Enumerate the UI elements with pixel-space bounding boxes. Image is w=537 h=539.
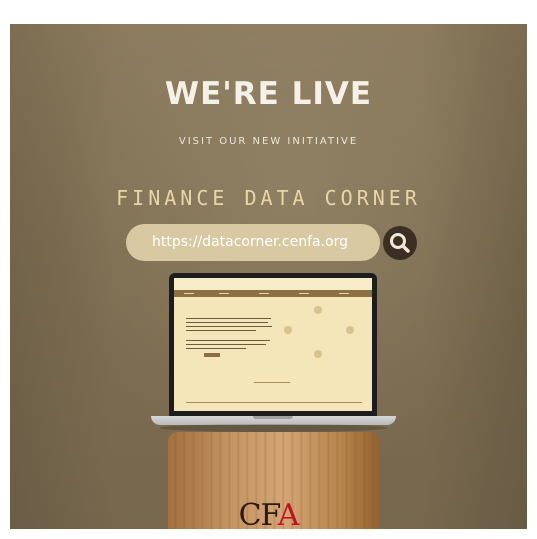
preview-text-line bbox=[186, 348, 246, 349]
preview-footer-line bbox=[254, 382, 290, 383]
laptop-display-preview bbox=[174, 278, 372, 411]
preview-node bbox=[346, 326, 354, 334]
preview-node bbox=[314, 350, 322, 358]
preview-text-line bbox=[186, 326, 272, 327]
program-title: FINANCE DATA CORNER bbox=[116, 186, 421, 210]
preview-footer-line bbox=[186, 402, 362, 403]
subheadline: VISIT OUR NEW INITIATIVE bbox=[178, 136, 359, 147]
headline: WE'RE LIVE bbox=[164, 76, 373, 112]
laptop-shadow bbox=[160, 424, 388, 432]
preview-text-line bbox=[186, 330, 256, 331]
promo-banner: WE'RE LIVE VISIT OUR NEW INITIATIVE FINA… bbox=[10, 24, 527, 529]
preview-header bbox=[174, 278, 372, 290]
url-link[interactable]: https://datacorner.cenfa.org bbox=[126, 224, 380, 261]
preview-text-line bbox=[186, 340, 270, 341]
preview-button bbox=[204, 353, 220, 357]
laptop-screen bbox=[169, 273, 377, 416]
preview-nav bbox=[174, 290, 372, 297]
cfa-logo: CFA bbox=[10, 498, 527, 529]
search-button[interactable] bbox=[383, 226, 417, 260]
preview-node bbox=[284, 326, 292, 334]
preview-text-line bbox=[186, 322, 268, 323]
preview-text-line bbox=[186, 344, 266, 345]
logo-accent: A bbox=[277, 498, 300, 529]
preview-node bbox=[314, 306, 322, 314]
laptop-notch bbox=[253, 416, 293, 419]
search-icon bbox=[390, 233, 410, 253]
logo-text: CF bbox=[238, 498, 279, 529]
preview-text-line bbox=[186, 318, 271, 319]
